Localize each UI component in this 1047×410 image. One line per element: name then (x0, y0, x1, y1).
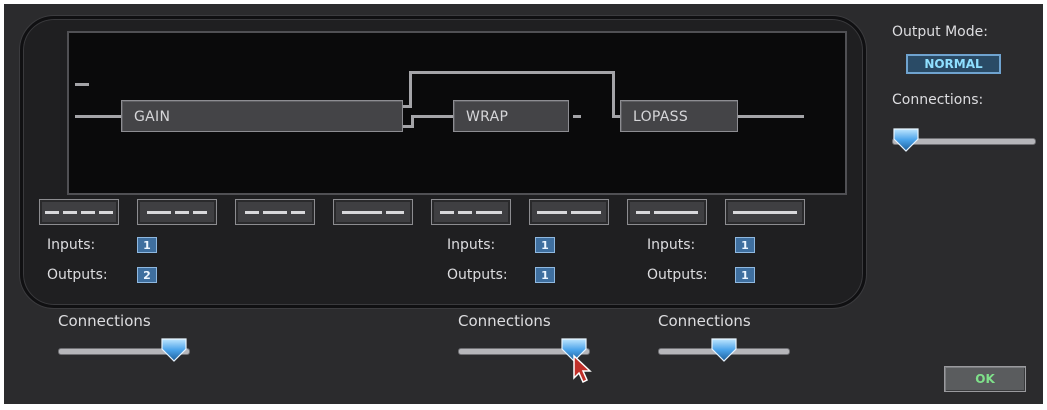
line-selector-8[interactable] (725, 199, 805, 225)
wire-to-wrap (411, 115, 453, 118)
wire-stub (75, 83, 89, 86)
gain-inputs-value: 1 (137, 237, 157, 253)
line-selector-4[interactable] (333, 199, 413, 225)
gain-outputs-value: 2 (137, 267, 157, 283)
line-selector-2[interactable] (137, 199, 217, 225)
wire-output (738, 115, 804, 118)
dialog: GAIN WRAP LOPASS Inputs: 1 Outputs: 2 In… (4, 4, 1043, 404)
block-lopass[interactable]: LOPASS (620, 100, 738, 132)
wrap-outputs-value: 1 (535, 267, 555, 283)
lopass-outputs-label: Outputs: (647, 267, 708, 283)
slider-thumb[interactable] (710, 337, 738, 363)
lopass-connections-label: Connections (658, 312, 751, 330)
ok-button[interactable]: OK (944, 366, 1026, 392)
wire-branch-down (612, 71, 615, 117)
block-wrap[interactable]: WRAP (453, 100, 569, 132)
line-selector-5[interactable] (431, 199, 511, 225)
mouse-cursor-icon (573, 354, 592, 384)
signal-chain-display: GAIN WRAP LOPASS (67, 31, 847, 195)
output-connections-label: Connections: (892, 92, 984, 108)
block-gain[interactable]: GAIN (121, 100, 403, 132)
lopass-inputs-label: Inputs: (647, 237, 696, 253)
wrap-inputs-value: 1 (535, 237, 555, 253)
wire-wrap-out (573, 115, 581, 118)
lopass-outputs-value: 1 (735, 267, 755, 283)
line-selector-6[interactable] (529, 199, 609, 225)
slider-thumb[interactable] (160, 337, 188, 363)
wrap-connections-label: Connections (458, 312, 551, 330)
line-selector-7[interactable] (627, 199, 707, 225)
gain-outputs-label: Outputs: (47, 267, 108, 283)
line-selector-3[interactable] (235, 199, 315, 225)
wire-branch-vertical (409, 71, 412, 108)
line-selector-1[interactable] (39, 199, 119, 225)
wrap-inputs-label: Inputs: (447, 237, 496, 253)
output-mode-label: Output Mode: (892, 24, 988, 40)
gain-connections-label: Connections (58, 312, 151, 330)
output-mode-badge[interactable]: NORMAL (906, 54, 1001, 74)
wire-branch-top (409, 71, 615, 74)
slider-thumb[interactable] (892, 127, 920, 153)
lopass-inputs-value: 1 (735, 237, 755, 253)
gain-inputs-label: Inputs: (47, 237, 96, 253)
connection-panel: GAIN WRAP LOPASS Inputs: 1 Outputs: 2 In… (20, 16, 866, 308)
wire-input (75, 115, 121, 118)
wrap-outputs-label: Outputs: (447, 267, 508, 283)
wire-to-lopass (612, 115, 620, 118)
